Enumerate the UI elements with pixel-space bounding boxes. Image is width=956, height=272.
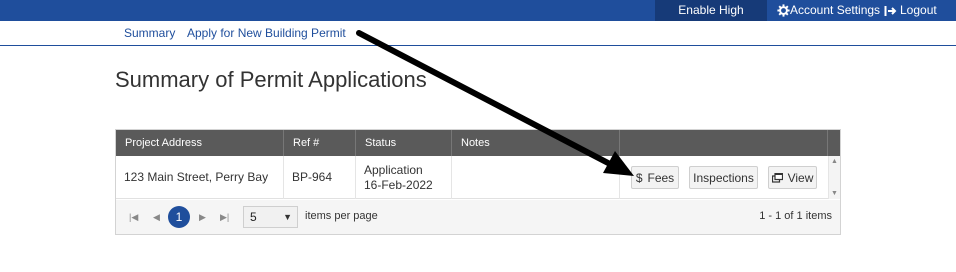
status-date: 16-Feb-2022 [364, 177, 433, 192]
grid-pager: |◀ ◀ 1 ▶ ▶| 5 ▼ items per page 1 - 1 of … [116, 200, 840, 234]
status-text: Application [364, 162, 423, 177]
current-page-button[interactable]: 1 [168, 206, 190, 228]
cell-notes [452, 156, 620, 199]
view-label: View [787, 170, 814, 185]
gear-icon [777, 4, 790, 17]
nav-summary-link[interactable]: Summary [124, 26, 175, 40]
logout-link[interactable]: Logout [884, 0, 937, 21]
permit-grid: Project Address Ref # Status Notes 123 M… [115, 129, 841, 235]
page-title: Summary of Permit Applications [115, 67, 427, 92]
column-header-actions [620, 130, 828, 156]
scroll-down-icon[interactable]: ▼ [831, 190, 838, 197]
grid-header: Project Address Ref # Status Notes [116, 130, 840, 156]
cell-status: Application 16-Feb-2022 [356, 156, 452, 199]
table-row: 123 Main Street, Perry Bay BP-964 Applic… [116, 156, 840, 199]
prev-page-icon[interactable]: ◀ [153, 212, 160, 223]
column-header-ref[interactable]: Ref # [284, 130, 356, 156]
first-page-icon[interactable]: |◀ [129, 212, 138, 223]
grid-scrollbar[interactable]: ▲ ▼ [828, 156, 840, 199]
column-header-status[interactable]: Status [356, 130, 452, 156]
next-page-icon[interactable]: ▶ [199, 212, 206, 223]
cell-ref: BP-964 [284, 156, 356, 199]
page-size-select[interactable]: 5 ▼ [243, 206, 298, 228]
logout-icon [884, 5, 897, 16]
external-window-icon [771, 172, 783, 183]
scroll-up-icon[interactable]: ▲ [831, 158, 838, 165]
inspections-button[interactable]: Inspections [689, 166, 758, 189]
items-per-page-label: items per page [305, 210, 378, 222]
cell-address: 123 Main Street, Perry Bay [116, 156, 284, 199]
inspections-label: Inspections [693, 170, 754, 185]
last-page-icon[interactable]: ▶| [220, 212, 229, 223]
page-size-value: 5 [250, 210, 257, 224]
top-bar: Enable High Contrast Account Settings Lo… [0, 0, 956, 38]
enable-high-contrast-button[interactable]: Enable High Contrast [655, 0, 767, 38]
fees-button[interactable]: $ Fees [631, 166, 679, 189]
pager-info: 1 - 1 of 1 items [759, 210, 832, 222]
column-header-notes[interactable]: Notes [452, 130, 620, 156]
logout-label: Logout [900, 3, 937, 17]
column-header-address[interactable]: Project Address [116, 130, 284, 156]
nav-apply-link[interactable]: Apply for New Building Permit [187, 26, 346, 40]
account-settings-link[interactable]: Account Settings [777, 0, 880, 21]
main-nav: Summary Apply for New Building Permit [0, 21, 956, 46]
view-button[interactable]: View [768, 166, 817, 189]
dropdown-caret-icon: ▼ [283, 212, 292, 222]
fees-label: Fees [647, 170, 675, 185]
account-settings-label: Account Settings [790, 3, 881, 17]
dollar-icon: $ [635, 170, 643, 185]
